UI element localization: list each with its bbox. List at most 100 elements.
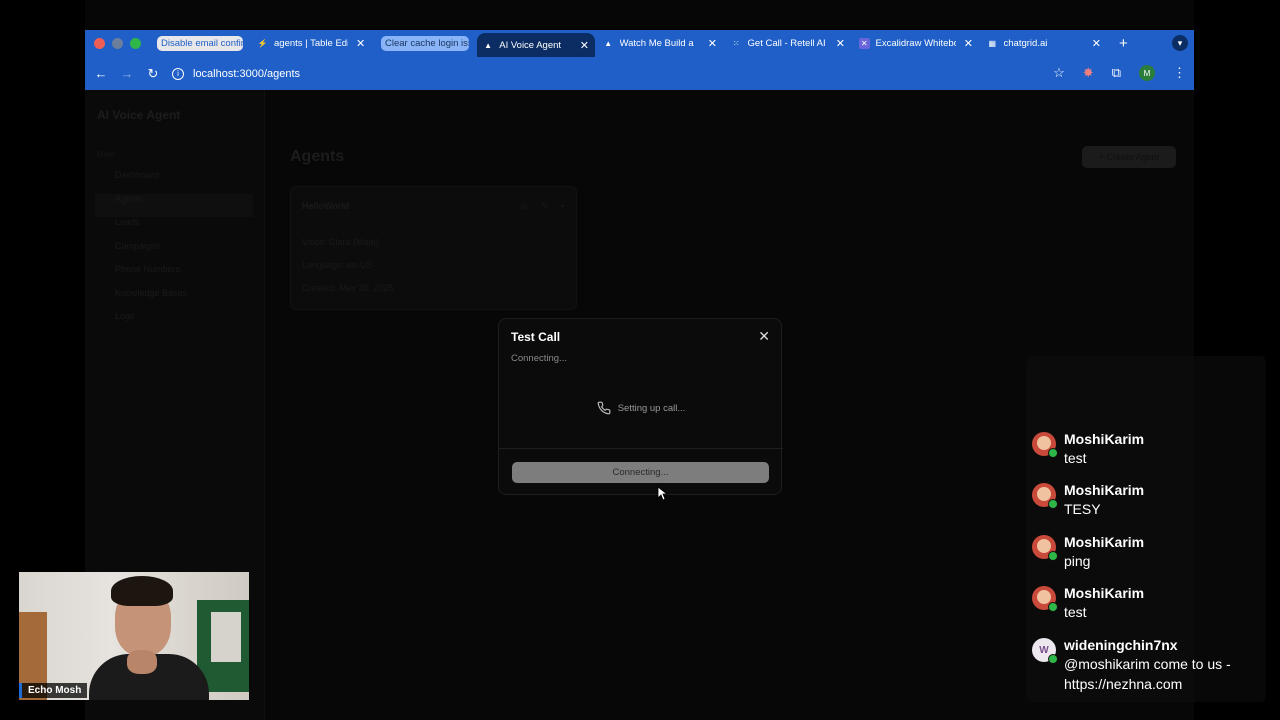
chat-message: MoshiKarim TESY <box>1032 481 1254 519</box>
tab-title: AI Voice Agent <box>499 39 562 51</box>
supabase-icon: ⚡ <box>257 39 268 48</box>
chat-username: wideningchin7nx <box>1064 637 1178 653</box>
forward-button[interactable]: → <box>114 66 140 81</box>
tab-title: Disable email confirm <box>157 36 243 51</box>
close-tab-icon[interactable]: ✕ <box>580 39 589 52</box>
url-text: localhost:3000/agents <box>193 67 301 80</box>
tab-title: Excalidraw Whiteboard <box>875 38 956 49</box>
test-call-modal: Test Call Connecting... ✕ Setting up cal… <box>498 318 783 495</box>
trash-icon[interactable]: ▪ <box>561 201 564 212</box>
chat-text: TESY <box>1064 501 1101 517</box>
excalidraw-icon: ✕ <box>859 38 870 49</box>
sidebar-item-logs[interactable]: Logs <box>95 311 253 335</box>
chat-message: MoshiKarim test <box>1032 584 1254 622</box>
webcam-person-hand <box>127 650 157 674</box>
mouse-cursor-icon <box>657 486 668 501</box>
close-icon[interactable]: ✕ <box>758 328 770 345</box>
profile-avatar[interactable]: M <box>1139 65 1155 81</box>
call-status: Setting up call... <box>499 401 783 415</box>
agent-language: Language: en-US <box>302 260 373 270</box>
page-title: Agents <box>290 148 345 165</box>
new-tab-button[interactable]: + <box>1119 35 1128 52</box>
tab-disable-email[interactable]: Disable email confirm <box>151 33 249 55</box>
chat-text: test <box>1064 604 1087 620</box>
connecting-button[interactable]: Connecting... <box>512 462 769 483</box>
modal-divider <box>499 448 783 449</box>
sidebar-item-knowledge-bases[interactable]: Knowledge Bases <box>95 288 253 312</box>
close-tab-icon[interactable]: ✕ <box>1092 37 1101 50</box>
browser-menu-icon[interactable]: ⋮ <box>1173 65 1186 81</box>
tab-watch-me-build[interactable]: ▲ Watch Me Build a ✕ <box>597 33 723 55</box>
close-tab-icon[interactable]: ✕ <box>836 37 845 50</box>
bookmark-star-icon[interactable]: ☆ <box>1053 65 1065 81</box>
tab-ai-voice-agent[interactable]: ▲ AI Voice Agent ✕ <box>477 32 595 58</box>
status-badge <box>1048 499 1058 509</box>
back-button[interactable]: ← <box>88 66 114 81</box>
chat-username: MoshiKarim <box>1064 431 1145 447</box>
edit-icon[interactable]: ✎ <box>541 201 549 212</box>
chat-text: @moshikarim come to us - https://nezhna.… <box>1064 656 1231 692</box>
chat-text: test <box>1064 450 1087 466</box>
extensions-puzzle-icon[interactable]: ⧉ <box>1112 65 1121 81</box>
window-controls <box>94 38 141 49</box>
chat-message: MoshiKarim ping <box>1032 533 1254 571</box>
avatar: W <box>1032 638 1058 664</box>
modal-subtitle: Connecting... <box>511 353 567 364</box>
close-tab-icon[interactable]: ✕ <box>708 37 717 50</box>
sidebar-item-leads[interactable]: Leads <box>95 217 253 241</box>
agent-name: HelloWorld <box>302 201 350 211</box>
tab-excalidraw[interactable]: ✕ Excalidraw Whiteboard ✕ <box>853 33 979 55</box>
address-bar: ← → ↻ i localhost:3000/agents ☆ ✸ ⧉ M ⋮ <box>85 57 1194 90</box>
close-window-button[interactable] <box>94 38 105 49</box>
status-badge <box>1048 602 1058 612</box>
tab-get-call-retell[interactable]: ⁙ Get Call - Retell AI ✕ <box>725 33 851 55</box>
webcam-cabinet-panel <box>211 612 241 662</box>
phone-icon[interactable]: ☏ <box>518 201 529 212</box>
webcam-feed: Echo Mosh <box>19 572 249 700</box>
extension-bug-icon[interactable]: ✸ <box>1083 65 1094 81</box>
retell-icon: ⁙ <box>732 39 740 48</box>
site-info-icon[interactable]: i <box>172 67 184 80</box>
maximize-window-button[interactable] <box>130 38 141 49</box>
tab-agents-table[interactable]: ⚡ agents | Table Editor ✕ <box>251 33 373 55</box>
agent-card[interactable]: HelloWorld ☏ ✎ ▪ Voice: Clara (Male) Lan… <box>290 186 577 310</box>
tab-title: Get Call - Retell AI <box>747 38 826 49</box>
app-brand: AI Voice Agent <box>97 108 181 122</box>
minimize-window-button[interactable] <box>112 38 123 49</box>
status-badge <box>1048 448 1058 458</box>
tab-bar: Disable email confirm ⚡ agents | Table E… <box>85 30 1194 58</box>
tab-clear-cache[interactable]: Clear cache login issue <box>375 33 475 55</box>
status-badge <box>1048 551 1058 561</box>
sidebar-item-phone-numbers[interactable]: Phone Numbers <box>95 264 253 288</box>
tab-title: chatgrid.ai <box>1003 38 1048 49</box>
tab-title: Clear cache login issue <box>381 36 469 51</box>
close-tab-icon[interactable]: ✕ <box>964 37 973 50</box>
create-agent-button[interactable]: + Create Agent <box>1082 146 1176 168</box>
close-tab-icon[interactable]: ✕ <box>356 37 365 50</box>
url-field[interactable]: i localhost:3000/agents <box>172 67 301 80</box>
agent-created: Created: May 30, 2025 <box>302 283 394 293</box>
avatar <box>1032 483 1058 509</box>
chat-message: W wideningchin7nx @moshikarim come to us… <box>1032 636 1264 694</box>
avatar-initial: W <box>1039 644 1049 656</box>
tab-chatgrid[interactable]: ▦ chatgrid.ai ✕ <box>981 33 1107 55</box>
screen: Disable email confirm ⚡ agents | Table E… <box>0 0 1280 720</box>
agent-voice: Voice: Clara (Male) <box>302 237 379 247</box>
chat-username: MoshiKarim <box>1064 534 1145 550</box>
webcam-name-label: Echo Mosh <box>19 683 88 698</box>
tab-search-dropdown-icon[interactable]: ▾ <box>1172 35 1188 51</box>
sidebar-item-dashboard[interactable]: Dashboard <box>95 170 253 194</box>
status-badge <box>1048 654 1058 664</box>
sidebar-item-agents[interactable]: Agents <box>95 193 253 217</box>
vercel-icon: ▲ <box>484 40 493 50</box>
reload-button[interactable]: ↻ <box>140 66 166 82</box>
sidebar-menu: Dashboard Agents Leads Campaigns Phone N… <box>95 170 253 335</box>
sidebar-item-campaigns[interactable]: Campaigns <box>95 241 253 265</box>
tab-title: agents | Table Editor <box>274 38 348 49</box>
chat-text: ping <box>1064 553 1091 569</box>
avatar <box>1032 535 1058 561</box>
chat-message: MoshiKarim test <box>1032 430 1254 468</box>
tab-title: Watch Me Build a <box>619 38 694 49</box>
modal-title: Test Call <box>511 330 561 344</box>
vercel-icon: ▲ <box>604 39 613 48</box>
